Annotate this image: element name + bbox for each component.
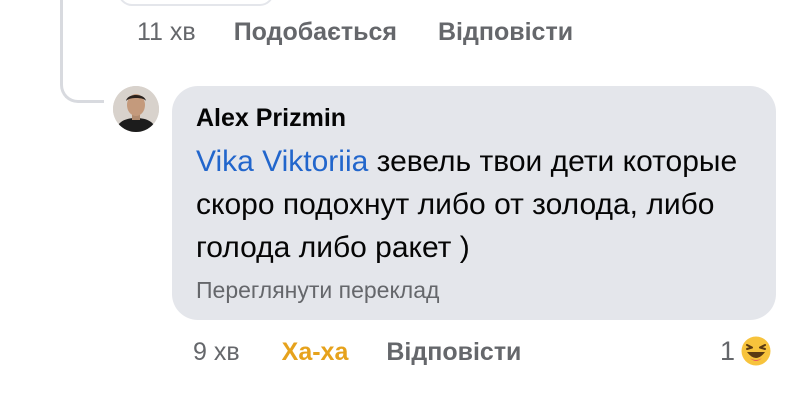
avatar[interactable] — [113, 86, 159, 132]
reply-button[interactable]: Відповісти — [438, 18, 573, 47]
haha-reaction-button[interactable]: Ха-ха — [282, 338, 349, 367]
comment-body: Vika Viktoriia зевель твои дети которые … — [196, 140, 756, 269]
mention-link[interactable]: Vika Viktoriia — [196, 145, 368, 178]
thread-connector — [60, 0, 104, 103]
like-button[interactable]: Подобається — [234, 18, 397, 47]
reply-button[interactable]: Відповісти — [386, 338, 521, 367]
comment-author[interactable]: Alex Prizmin — [196, 100, 776, 136]
user-photo-icon — [113, 86, 159, 132]
reaction-summary[interactable]: 1 — [720, 334, 773, 368]
previous-comment-actions: 11 хв Подобається Відповісти — [137, 18, 613, 47]
reaction-count: 1 — [720, 335, 736, 366]
haha-emoji-icon — [740, 335, 773, 367]
reply-comment-bubble: Alex Prizmin Vika Viktoriia зевель твои … — [172, 86, 776, 320]
comment-timestamp: 11 хв — [137, 18, 196, 46]
comment-timestamp: 9 хв — [193, 338, 240, 366]
reply-comment-actions: 9 хв Ха-ха Відповісти — [193, 338, 561, 367]
see-translation-link[interactable]: Переглянути переклад — [196, 274, 776, 306]
previous-comment-bubble — [118, 0, 274, 6]
